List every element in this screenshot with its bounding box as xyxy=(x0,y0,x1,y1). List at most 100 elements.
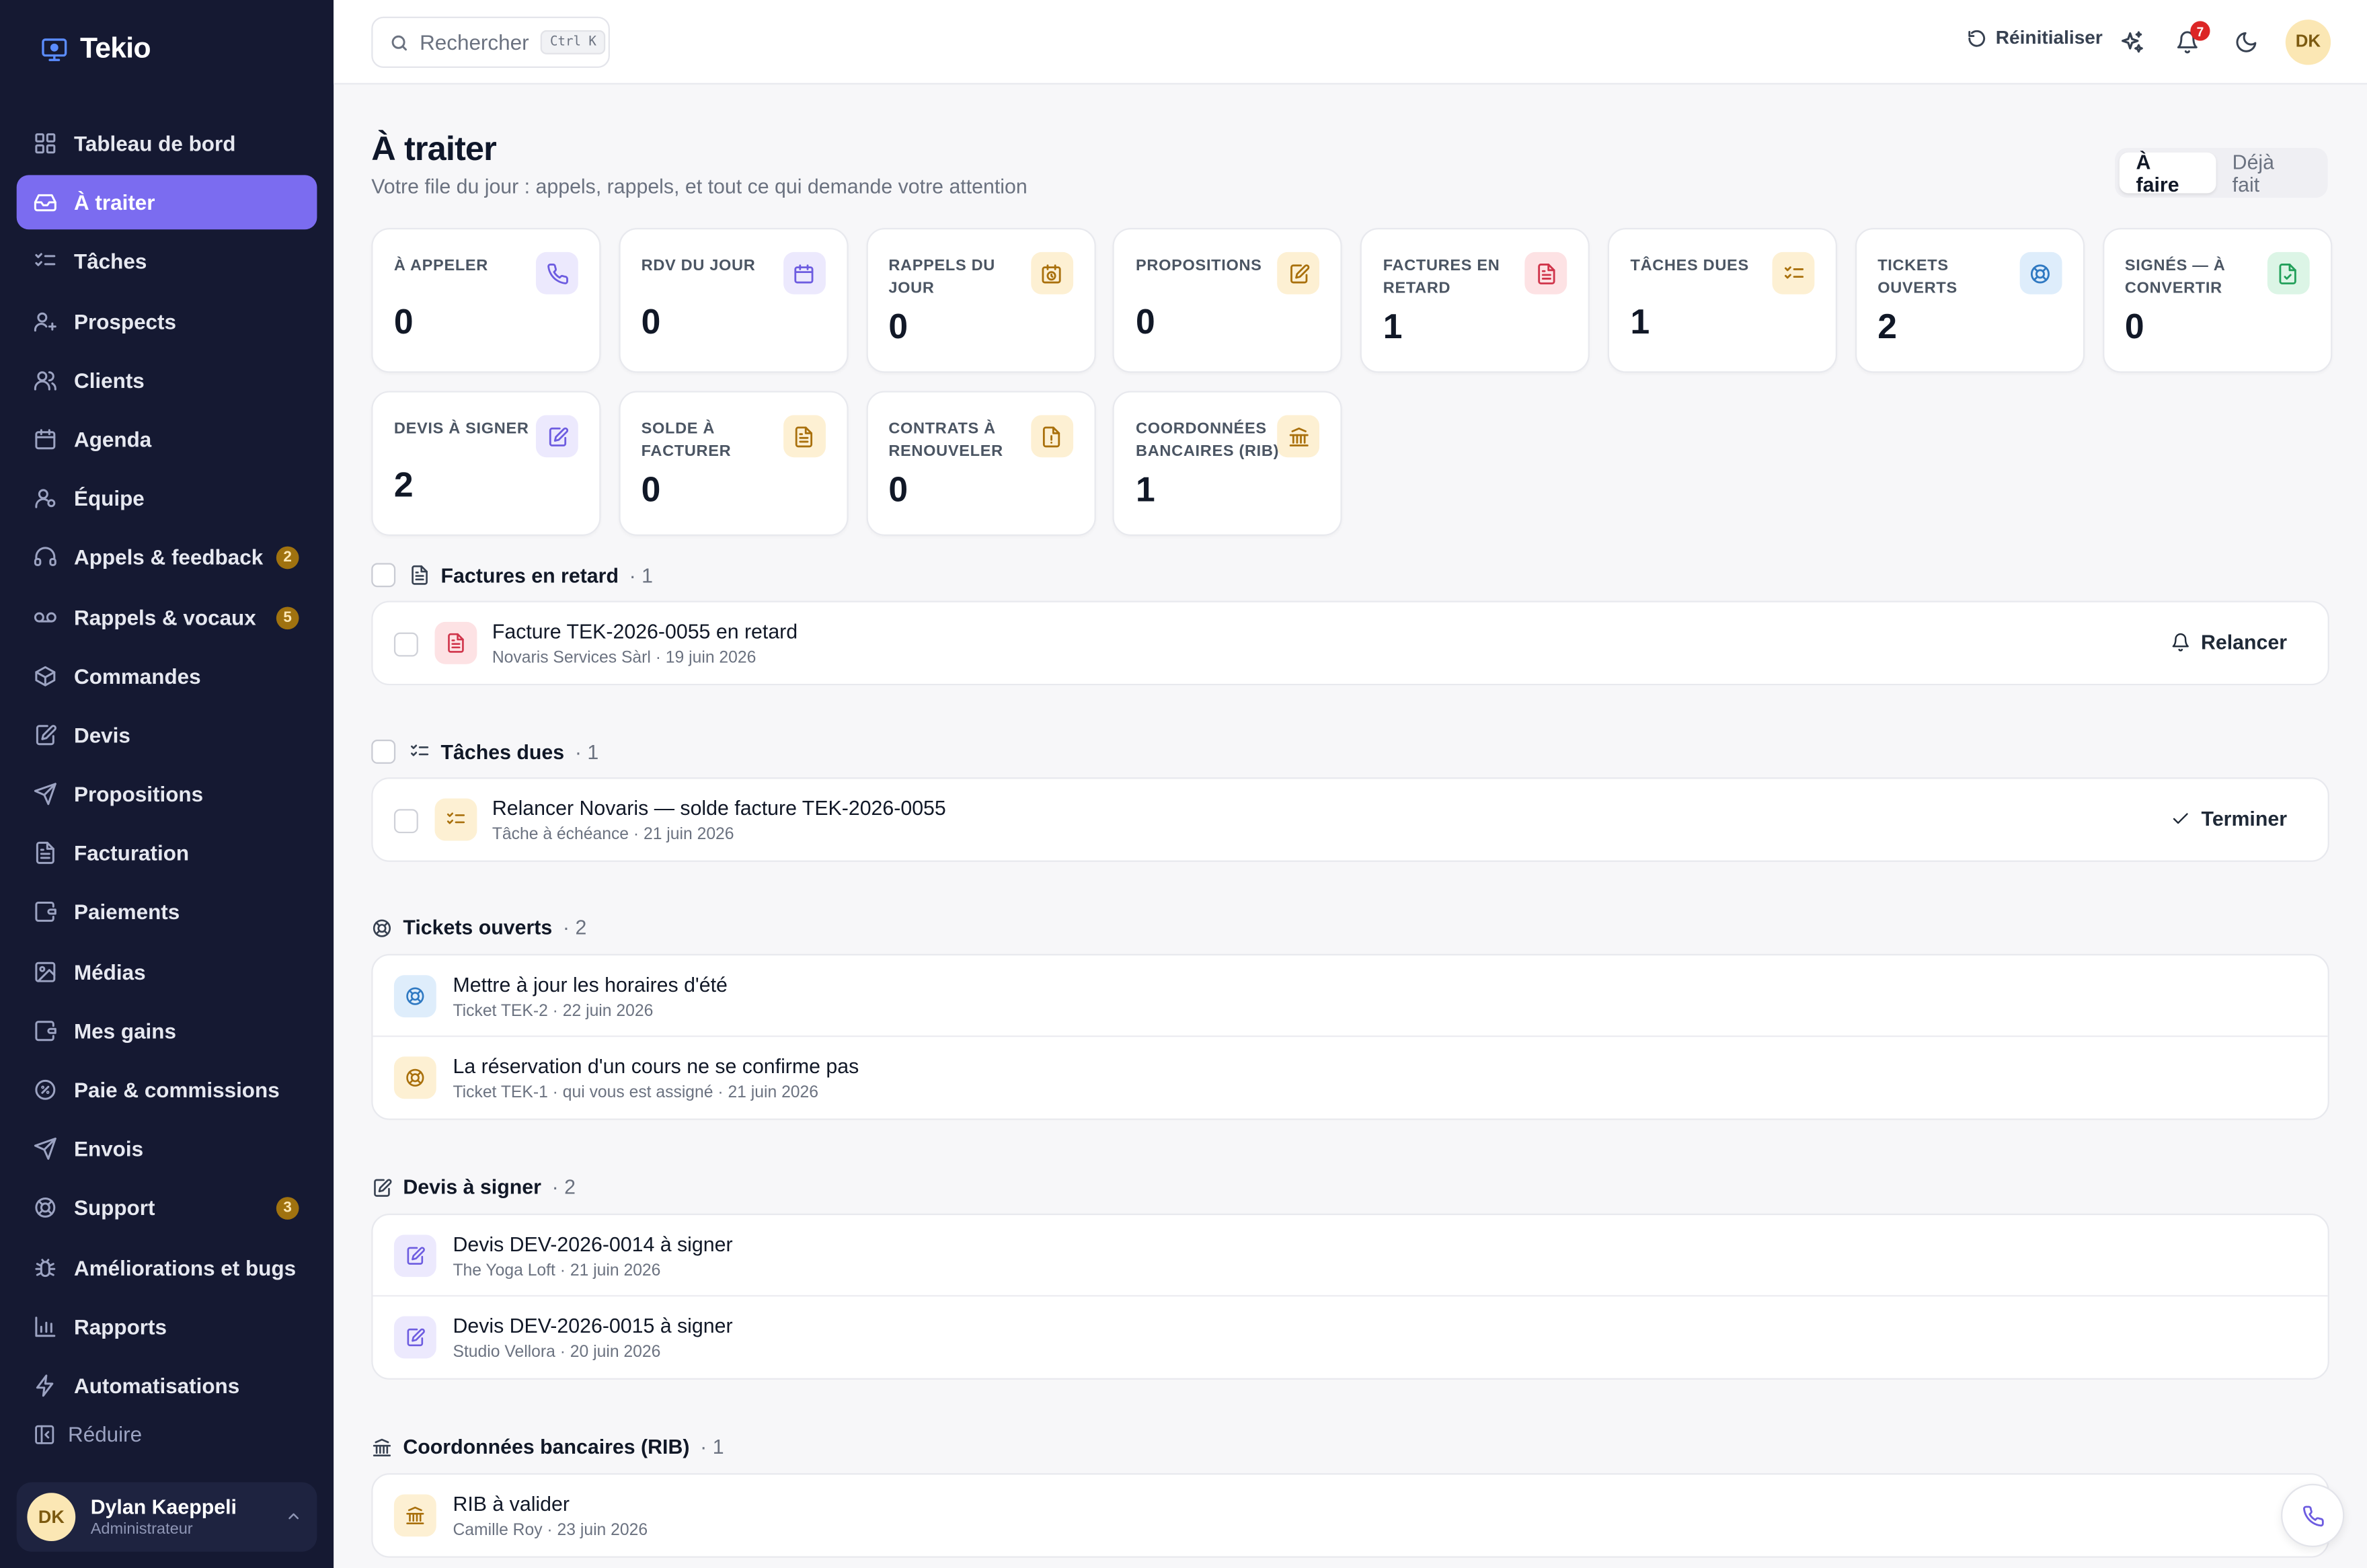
sidebar-item-label: Tableau de bord xyxy=(74,131,236,156)
sidebar-item-automatisations[interactable]: Automatisations xyxy=(17,1358,317,1413)
brand[interactable]: Tekio xyxy=(41,33,151,66)
monitor-logo-icon xyxy=(41,36,68,63)
stat-card-taches-dues[interactable]: Tâches dues 1 xyxy=(1607,227,1838,373)
section-header-coordonnees-bancaires-rib: Coordonnées bancaires (RIB) · 1 xyxy=(371,1436,724,1458)
stat-card-coordonnees-bancaires-rib[interactable]: Coordonnées bancaires (RIB) 1 xyxy=(1113,391,1343,536)
stat-card-signes-a-convertir[interactable]: Signés — à convertir 0 xyxy=(2102,227,2332,373)
list-item[interactable]: Mettre à jour les horaires d'été Ticket … xyxy=(373,955,2328,1037)
sidebar-item-prospects[interactable]: Prospects xyxy=(17,294,317,348)
sidebar-item-ameliorations-et-bugs[interactable]: Améliorations et bugs xyxy=(17,1240,317,1294)
search-input[interactable]: Rechercher Ctrl K xyxy=(371,16,610,69)
notifications-bell-icon[interactable]: 7 xyxy=(2172,21,2210,57)
stat-card-factures-en-retard[interactable]: Factures en retard 1 xyxy=(1360,227,1590,373)
list-item-subtitle: The Yoga Loft · 21 juin 2026 xyxy=(453,1261,661,1280)
image-icon xyxy=(33,959,57,984)
chevron-up-icon xyxy=(285,1508,302,1525)
sidebar-item-label: Commandes xyxy=(74,664,201,688)
sidebar-item-clients[interactable]: Clients xyxy=(17,353,317,407)
invoice-icon xyxy=(33,841,57,865)
dark-mode-moon-icon[interactable] xyxy=(2231,27,2261,57)
sidebar-item-devis[interactable]: Devis xyxy=(17,708,317,762)
select-all-checkbox[interactable] xyxy=(371,563,396,588)
list-item[interactable]: Devis DEV-2026-0014 à signer The Yoga Lo… xyxy=(373,1215,2328,1297)
collapse-sidebar-button[interactable]: Réduire xyxy=(33,1422,142,1446)
tab-deja-fait[interactable]: Déjà fait xyxy=(2216,150,2323,195)
action-label: Relancer xyxy=(2200,631,2288,654)
stat-card-devis-a-signer[interactable]: Devis à signer 2 xyxy=(371,391,601,536)
doc-check-icon xyxy=(2266,251,2309,295)
list-item[interactable]: La réservation d'un cours ne se confirme… xyxy=(373,1037,2327,1118)
list-item[interactable]: Relancer Novaris — solde facture TEK-202… xyxy=(373,779,2327,860)
tab-a-faire[interactable]: À faire xyxy=(2119,150,2216,196)
calendar-clock-icon xyxy=(1030,251,1073,295)
list-item-title: Devis DEV-2026-0014 à signer xyxy=(453,1233,733,1256)
sidebar-item-appels-feedback[interactable]: Appels & feedback 2 xyxy=(17,531,317,585)
list-item[interactable]: Facture TEK-2026-0055 en retard Novaris … xyxy=(373,602,2327,684)
sidebar-item-taches[interactable]: Tâches xyxy=(17,235,317,289)
sparkles-icon[interactable] xyxy=(2116,27,2146,57)
sidebar-item-label: À traiter xyxy=(74,190,155,215)
row-checkbox[interactable] xyxy=(393,809,418,834)
relancer-button[interactable]: Relancer xyxy=(2171,631,2287,654)
sidebar-item-mes-gains[interactable]: Mes gains xyxy=(17,1003,317,1058)
stat-card-a-appeler[interactable]: À appeler 0 xyxy=(371,227,601,373)
call-fab-button[interactable] xyxy=(2281,1483,2345,1548)
row-checkbox[interactable] xyxy=(393,632,418,657)
sidebar-item-tableau-de-bord[interactable]: Tableau de bord xyxy=(17,116,317,171)
sidebar-item-facturation[interactable]: Facturation xyxy=(17,826,317,881)
sidebar-item-propositions[interactable]: Propositions xyxy=(17,767,317,822)
stat-card-value: 0 xyxy=(888,469,908,509)
lifebuoy-icon xyxy=(2019,251,2062,295)
sidebar-item-commandes[interactable]: Commandes xyxy=(17,649,317,703)
list-item[interactable]: RIB à valider Camille Roy · 23 juin 2026 xyxy=(373,1475,2327,1556)
edit-doc-icon xyxy=(393,1316,436,1359)
invoice-icon xyxy=(1524,251,1567,295)
checklist-icon xyxy=(409,741,430,762)
sidebar-item-paie-commissions[interactable]: Paie & commissions xyxy=(17,1062,317,1117)
sidebar-item-support[interactable]: Support 3 xyxy=(17,1181,317,1235)
stat-card-label: Factures en retard xyxy=(1383,256,1500,298)
stat-card-value: 0 xyxy=(2124,306,2144,346)
stat-card-rappels-du-jour[interactable]: Rappels du jour 0 xyxy=(865,227,1095,373)
section-count: · 1 xyxy=(629,563,654,587)
calendar-icon xyxy=(783,251,826,295)
user-menu[interactable]: DK Dylan Kaeppeli Administrateur xyxy=(16,1482,317,1552)
list-item[interactable]: Devis DEV-2026-0015 à signer Studio Vell… xyxy=(373,1296,2327,1378)
list-item-subtitle: Camille Roy · 23 juin 2026 xyxy=(453,1521,648,1540)
avatar[interactable]: DK xyxy=(2285,19,2331,65)
doc-alert-icon xyxy=(1030,415,1073,458)
team-icon xyxy=(33,486,57,510)
section-title: Factures en retard xyxy=(440,563,619,587)
list-item-subtitle: Tâche à échéance · 21 juin 2026 xyxy=(492,825,734,844)
stat-card-value: 0 xyxy=(1136,301,1155,342)
stat-card-solde-a-facturer[interactable]: Solde à facturer 0 xyxy=(618,391,849,536)
list-factures-en-retard: Facture TEK-2026-0055 en retard Novaris … xyxy=(371,600,2329,686)
sidebar-item-equipe[interactable]: Équipe xyxy=(17,471,317,526)
sidebar-item-label: Équipe xyxy=(74,486,145,511)
stat-card-value: 0 xyxy=(641,301,661,342)
sidebar-item-rappels-vocaux[interactable]: Rappels & vocaux 5 xyxy=(17,590,317,644)
edit-doc-icon xyxy=(1278,251,1320,295)
sidebar-item-agenda[interactable]: Agenda xyxy=(17,412,317,467)
bank-icon xyxy=(371,1436,392,1457)
stat-card-propositions[interactable]: Propositions 0 xyxy=(1113,227,1343,373)
select-all-checkbox[interactable] xyxy=(371,740,396,764)
lifebuoy-icon xyxy=(393,1056,436,1099)
search-icon xyxy=(389,32,409,52)
reset-button[interactable]: Réinitialiser xyxy=(1967,27,2103,48)
stat-card-contrats-a-renouveler[interactable]: Contrats à renouveler 0 xyxy=(865,391,1095,536)
sidebar-item-envois[interactable]: Envois xyxy=(17,1122,317,1176)
terminer-button[interactable]: Terminer xyxy=(2171,808,2287,830)
stat-card-value: 2 xyxy=(1877,306,1897,346)
stat-card-rdv-du-jour[interactable]: RDV du jour 0 xyxy=(618,227,849,373)
sidebar-item-label: Médias xyxy=(74,959,146,984)
sidebar-nav: Tableau de bord À traiter Tâches Prospec… xyxy=(16,116,317,1417)
list-coordonnees-bancaires-rib: RIB à valider Camille Roy · 23 juin 2026 xyxy=(371,1473,2329,1558)
stat-card-tickets-ouverts[interactable]: Tickets ouverts 2 xyxy=(1855,227,2085,373)
sidebar-item-paiements[interactable]: Paiements xyxy=(17,885,317,939)
notification-count-badge: 7 xyxy=(2190,21,2210,41)
sidebar-item-medias[interactable]: Médias xyxy=(17,944,317,998)
sidebar-item-a-traiter[interactable]: À traiter xyxy=(16,175,317,230)
main-content: À traiter Votre file du jour : appels, r… xyxy=(334,85,2367,1568)
sidebar-item-rapports[interactable]: Rapports xyxy=(17,1299,317,1354)
